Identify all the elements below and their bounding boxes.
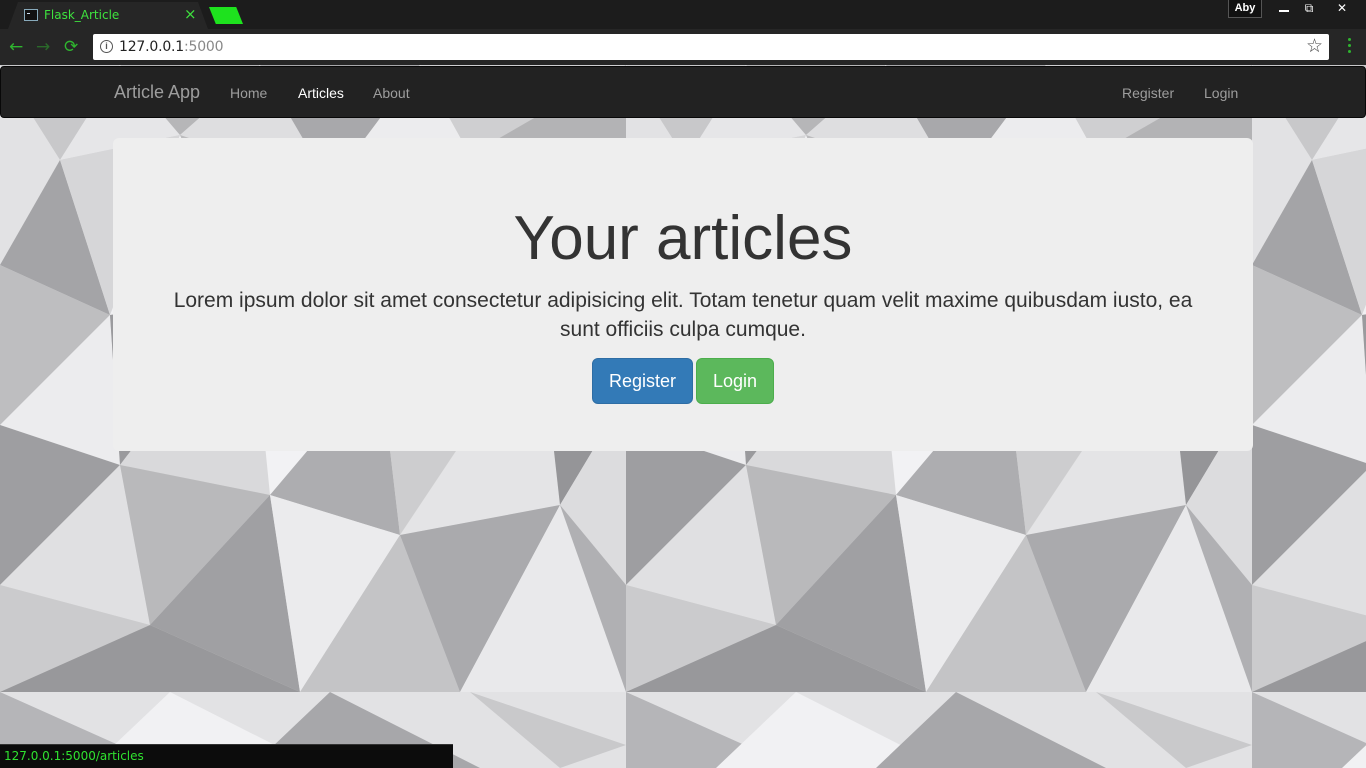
brand-link[interactable]: Article App [114, 82, 200, 103]
terminal-favicon-icon [24, 9, 38, 21]
info-icon[interactable]: i [100, 40, 113, 53]
forward-arrow-icon[interactable]: → [36, 37, 50, 57]
nav-link-about[interactable]: About [373, 85, 410, 101]
browser-tab-strip: Flask_Article × Aby ⧉ ✕ [0, 0, 1366, 29]
browser-tab[interactable]: Flask_Article × [8, 2, 208, 29]
nav-link-register[interactable]: Register [1122, 85, 1174, 101]
browser-toolbar: ← → ⟳ i 127.0.0.1:5000 ☆ [0, 29, 1366, 65]
profile-button[interactable]: Aby [1228, 0, 1262, 18]
close-window-icon[interactable]: ✕ [1320, 0, 1364, 18]
nav-link-login[interactable]: Login [1204, 85, 1238, 101]
url-host: 127.0.0.1 [119, 39, 184, 55]
register-button[interactable]: Register [592, 358, 693, 404]
address-bar[interactable]: i 127.0.0.1:5000 ☆ [93, 34, 1329, 60]
new-tab-button[interactable] [209, 7, 243, 24]
reload-icon[interactable]: ⟳ [64, 37, 78, 57]
site-navbar: Article App Home Articles About Register… [0, 66, 1366, 118]
tab-close-icon[interactable]: × [184, 5, 197, 23]
nav-link-articles[interactable]: Articles [298, 85, 344, 101]
restore-icon[interactable]: ⧉ [1295, 0, 1323, 18]
bookmark-star-icon[interactable]: ☆ [1306, 35, 1323, 57]
status-bar-url: 127.0.0.1:5000/articles [0, 744, 453, 768]
url-text[interactable]: 127.0.0.1:5000 [119, 39, 224, 55]
browser-menu-icon[interactable] [1344, 35, 1354, 57]
intro-text: Lorem ipsum dolor sit amet consectetur a… [173, 289, 1193, 341]
login-button[interactable]: Login [696, 358, 774, 404]
url-port: :5000 [184, 39, 224, 55]
page-title: Your articles [513, 204, 853, 273]
jumbotron: Your articles Lorem ipsum dolor sit amet… [113, 138, 1253, 451]
tab-title: Flask_Article [44, 8, 120, 22]
back-arrow-icon[interactable]: ← [9, 37, 23, 57]
page-viewport: Article App Home Articles About Register… [0, 65, 1366, 768]
nav-link-home[interactable]: Home [230, 85, 267, 101]
minimize-icon[interactable] [1270, 0, 1298, 18]
